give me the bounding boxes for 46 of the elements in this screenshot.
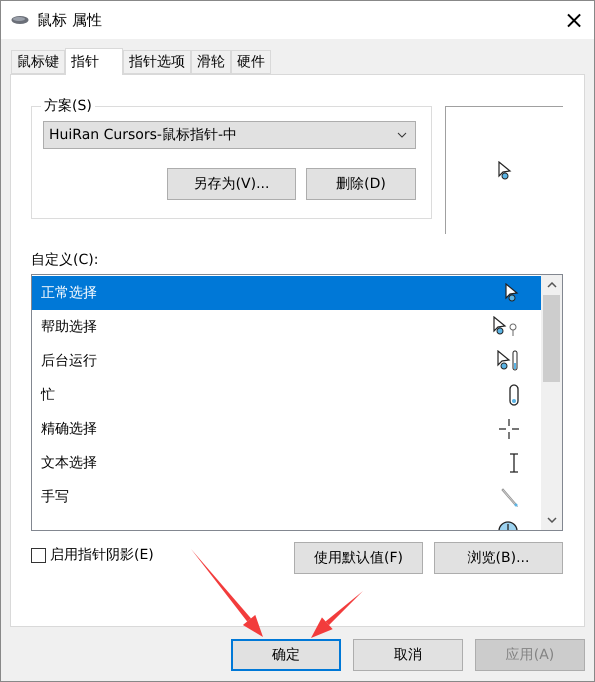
tab[interactable]: 指针选项 (123, 50, 191, 74)
chevron-up-icon (546, 282, 556, 288)
scrollbar[interactable] (541, 275, 562, 530)
text-cursor-icon (509, 453, 519, 473)
chevron-down-icon (546, 517, 556, 523)
cursor-list-item[interactable]: 正常选择 (32, 276, 541, 310)
list-label: 自定义(C): (31, 251, 100, 269)
cursor-list-item[interactable]: 手写 (32, 480, 541, 514)
cursor-name: 正常选择 (41, 284, 97, 302)
tab[interactable]: 指针 (65, 48, 123, 75)
working-cursor-icon (497, 350, 519, 372)
chevron-down-icon (397, 132, 407, 138)
mouse-icon (11, 15, 29, 25)
crosshair-icon (499, 419, 519, 439)
cursor-list-item[interactable]: 忙 (32, 378, 541, 412)
close-button[interactable]: × (554, 1, 594, 39)
window-title: 鼠标 属性 (37, 10, 103, 30)
cursor-list-item[interactable]: 精确选择 (32, 412, 541, 446)
cursor-list-item[interactable]: 文本选择 (32, 446, 541, 480)
dialog-button[interactable]: 取消 (353, 639, 463, 671)
scheme-dropdown[interactable]: HuiRan Cursors-鼠标指针-中 (43, 121, 416, 149)
checkbox-label: 启用指针阴影(E) (50, 546, 154, 564)
arrow-cursor-icon (505, 283, 519, 303)
tab[interactable]: 滑轮 (191, 50, 231, 74)
cursor-name: 精确选择 (41, 420, 97, 438)
group-label: 方案(S) (43, 97, 93, 115)
help-cursor-icon (493, 316, 519, 338)
cursor-name: 后台运行 (41, 352, 97, 370)
cursor-name: 帮助选择 (41, 318, 97, 336)
checkbox[interactable] (31, 548, 46, 562)
busy-cursor-icon (509, 384, 519, 406)
cursor-list-item[interactable]: 后台运行 (32, 344, 541, 378)
cursor-name: 忙 (41, 386, 55, 404)
pen-cursor-icon (501, 487, 519, 507)
cursor-action-button[interactable]: 浏览(B)... (434, 542, 563, 574)
scheme-button[interactable]: 删除(D) (306, 168, 416, 200)
cursor-name: 手写 (41, 488, 69, 506)
tab[interactable]: 鼠标键 (11, 50, 65, 74)
cursor-list-item[interactable]: 帮助选择 (32, 310, 541, 344)
arrow-cursor-icon (498, 160, 512, 180)
scheme-button[interactable]: 另存为(V)... (167, 168, 296, 200)
cursor-action-button[interactable]: 使用默认值(F) (294, 542, 423, 574)
dialog-button[interactable]: 确定 (231, 639, 341, 671)
annotation-arrow (311, 591, 363, 638)
tab[interactable]: 硬件 (231, 50, 271, 74)
cursor-name: 文本选择 (41, 454, 97, 472)
